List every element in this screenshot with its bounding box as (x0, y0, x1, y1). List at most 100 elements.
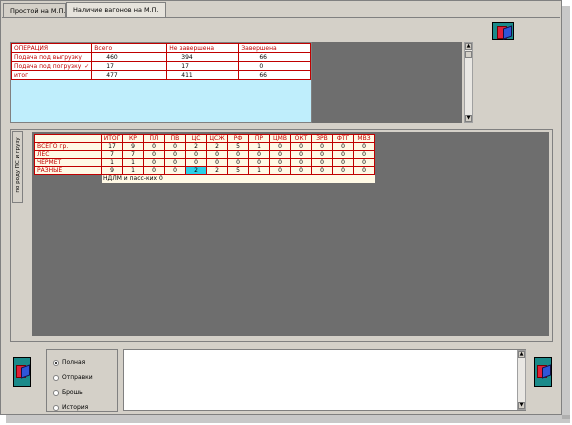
memo-scrollbar[interactable]: ▲ ▼ (517, 350, 526, 410)
value-cell[interactable]: 0 (311, 166, 333, 175)
tab-by-type-and-cargo[interactable]: по роду ПС и грузу (12, 131, 23, 203)
value-cell[interactable]: 0 (164, 150, 186, 159)
operation-cell[interactable]: итог (10, 70, 93, 80)
value-cell[interactable]: 0 (143, 166, 165, 175)
tab-wagons-presence[interactable]: Наличие вагонов на М.П. (66, 2, 166, 18)
column-header: ИТОГ (101, 134, 123, 143)
value-cell[interactable]: 0 (164, 142, 186, 151)
table-row[interactable]: ВСЕГО гр. 17 9 0 0 2 2 5 1 0 0 0 0 0 (34, 142, 375, 151)
radio-option[interactable]: Брошь (53, 389, 83, 396)
scroll-up-icon[interactable]: ▲ (518, 351, 525, 358)
value-cell[interactable]: 9 (122, 142, 144, 151)
column-header: ОКТ (290, 134, 312, 143)
radio-label: Брошь (62, 389, 83, 396)
value-cell[interactable]: 0 (269, 150, 291, 159)
value-cell[interactable]: 5 (227, 166, 249, 175)
value-cell[interactable]: 0 (290, 150, 312, 159)
value-cell[interactable]: 0 (290, 158, 312, 167)
refresh-icon[interactable] (13, 357, 31, 387)
radio-option[interactable]: Полная (53, 359, 85, 366)
scroll-down-icon[interactable]: ▼ (465, 115, 472, 122)
value-cell[interactable]: 0 (227, 150, 249, 159)
table-row[interactable]: Подача под погрузку ✓ 17 17 0 (10, 61, 311, 71)
value-cell[interactable]: 0 (164, 166, 186, 175)
radio-label: Полная (62, 359, 86, 366)
value-cell[interactable]: 0 (353, 158, 375, 167)
value-cell[interactable]: 66 (238, 52, 311, 62)
memo-text-area[interactable] (123, 349, 526, 411)
refresh-icon[interactable] (534, 357, 552, 387)
value-cell[interactable]: 0 (185, 158, 207, 167)
value-cell[interactable]: 0 (164, 158, 186, 167)
value-cell[interactable]: 17 (101, 142, 123, 151)
value-cell[interactable]: 0 (227, 158, 249, 167)
value-cell[interactable]: 0 (353, 150, 375, 159)
radio-empty-icon[interactable] (53, 389, 59, 396)
value-cell[interactable]: 2 (206, 166, 228, 175)
value-cell[interactable]: 7 (101, 150, 123, 159)
value-cell[interactable]: 477 (91, 70, 168, 80)
value-cell[interactable]: 9 (101, 166, 123, 175)
value-cell[interactable]: 0 (185, 150, 207, 159)
tab-idle-time[interactable]: Простой на М.П. (3, 3, 66, 17)
scroll-up-icon[interactable]: ▲ (465, 43, 472, 50)
table-row[interactable]: ЛЕС 7 7 0 0 0 0 0 0 0 0 0 0 0 (34, 150, 375, 159)
value-cell[interactable]: 66 (238, 70, 311, 80)
value-cell[interactable]: 0 (353, 142, 375, 151)
value-cell[interactable]: 1 (101, 158, 123, 167)
radio-selected-icon[interactable] (53, 359, 59, 366)
value-cell[interactable]: 0 (353, 166, 375, 175)
value-cell[interactable]: 2 (206, 142, 228, 151)
value-cell[interactable]: 0 (290, 166, 312, 175)
mode-radio-group: Полная Отправки Брошь История (46, 349, 118, 412)
value-cell[interactable]: 0 (311, 142, 333, 151)
value-cell[interactable]: 0 (238, 61, 311, 71)
value-cell[interactable]: 2 (185, 166, 207, 175)
column-header: МВЗ (353, 134, 375, 143)
value-cell[interactable]: 0 (311, 150, 333, 159)
value-cell[interactable]: 0 (143, 150, 165, 159)
value-cell[interactable]: 17 (91, 61, 168, 71)
value-cell[interactable]: 0 (206, 150, 228, 159)
value-cell[interactable]: 1 (248, 166, 270, 175)
value-cell[interactable]: 0 (332, 166, 354, 175)
value-cell[interactable]: 394 (166, 52, 240, 62)
value-cell[interactable]: 1 (122, 158, 144, 167)
value-cell[interactable]: 0 (290, 142, 312, 151)
value-cell[interactable]: 411 (166, 70, 240, 80)
value-cell[interactable]: 0 (248, 158, 270, 167)
value-cell[interactable]: 0 (206, 158, 228, 167)
value-cell[interactable]: 5 (227, 142, 249, 151)
value-cell[interactable]: 0 (332, 142, 354, 151)
value-cell[interactable]: 0 (332, 150, 354, 159)
operation-cell[interactable]: Подача под выгрузку (10, 52, 93, 62)
value-cell[interactable]: 0 (269, 158, 291, 167)
value-cell[interactable]: 1 (248, 142, 270, 151)
value-cell[interactable]: 1 (122, 166, 144, 175)
radio-option[interactable]: Отправки (53, 374, 93, 381)
value-cell[interactable]: 0 (269, 142, 291, 151)
value-cell[interactable]: 460 (91, 52, 168, 62)
scroll-thumb[interactable] (465, 51, 472, 58)
value-cell[interactable]: 0 (311, 158, 333, 167)
value-cell[interactable]: 0 (143, 158, 165, 167)
column-header-operation: ОПЕРАЦИЯ (10, 43, 93, 53)
radio-empty-icon[interactable] (53, 404, 59, 411)
value-cell[interactable]: 17 (166, 61, 240, 71)
radio-option[interactable]: История (53, 404, 88, 411)
value-cell[interactable]: 0 (332, 158, 354, 167)
table-row[interactable]: итог 477 411 66 (10, 70, 311, 80)
radio-empty-icon[interactable] (53, 374, 59, 381)
value-cell[interactable]: 2 (185, 142, 207, 151)
value-cell[interactable]: 0 (143, 142, 165, 151)
operations-scrollbar[interactable]: ▲ ▼ (464, 42, 473, 123)
table-row[interactable]: Подача под выгрузку 460 394 66 (10, 52, 311, 62)
table-row[interactable]: РАЗНЫЕ 9 1 0 0 2 2 5 1 0 0 0 0 0 (34, 166, 375, 175)
scroll-down-icon[interactable]: ▼ (518, 402, 525, 409)
operation-cell[interactable]: Подача под погрузку ✓ (10, 61, 93, 71)
table-row[interactable]: ЧЕРМЕТ 1 1 0 0 0 0 0 0 0 0 0 0 0 (34, 158, 375, 167)
value-cell[interactable]: 0 (269, 166, 291, 175)
value-cell[interactable]: 0 (248, 150, 270, 159)
refresh-icon[interactable] (492, 22, 514, 40)
value-cell[interactable]: 7 (122, 150, 144, 159)
